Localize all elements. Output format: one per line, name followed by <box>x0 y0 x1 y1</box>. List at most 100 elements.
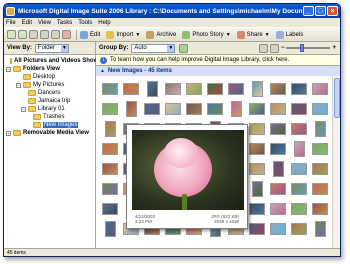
delete-icon[interactable] <box>62 30 71 39</box>
photo-thumbnail[interactable] <box>268 139 288 158</box>
tree-item[interactable]: + Removable Media View <box>6 129 95 137</box>
tree-item[interactable]: Jamaica trip <box>6 97 95 105</box>
info-text[interactable]: To learn how you can help improve Digita… <box>110 57 289 63</box>
photo-thumbnail[interactable] <box>289 179 309 198</box>
photo-thumbnail[interactable] <box>247 159 267 178</box>
photo-thumbnail[interactable] <box>142 99 162 118</box>
photo-thumbnail[interactable] <box>268 179 288 198</box>
photo-thumbnail[interactable] <box>310 199 330 218</box>
info-bar[interactable]: i To learn how you can help improve Digi… <box>96 55 340 66</box>
detail-view-icon[interactable] <box>269 43 279 53</box>
photo-thumbnail[interactable] <box>100 199 120 218</box>
back-icon[interactable] <box>7 30 16 39</box>
photo-thumbnail[interactable] <box>268 119 288 138</box>
photo-thumbnail[interactable] <box>289 99 309 118</box>
menu-view[interactable]: View <box>38 20 51 26</box>
photo-thumbnail[interactable] <box>226 79 246 98</box>
photo-thumbnail[interactable] <box>247 179 267 198</box>
photo-thumbnail[interactable] <box>310 219 330 238</box>
photo-thumbnail[interactable] <box>163 79 183 98</box>
photo-thumbnail[interactable] <box>121 79 141 98</box>
photo-thumbnail[interactable] <box>289 119 309 138</box>
photo-thumbnail[interactable] <box>268 199 288 218</box>
photo-thumbnail[interactable] <box>289 219 309 238</box>
photo-thumbnail[interactable] <box>100 79 120 98</box>
tree-item[interactable]: − Folders View <box>6 65 95 73</box>
photo-thumbnail[interactable] <box>205 79 225 98</box>
photo-thumbnail[interactable] <box>289 79 309 98</box>
menu-file[interactable]: File <box>6 20 16 26</box>
photo-thumbnail[interactable] <box>100 99 120 118</box>
photo-thumbnail[interactable] <box>268 79 288 98</box>
tree-item[interactable]: Trashes <box>6 113 95 121</box>
tree-item[interactable]: Desktop <box>6 73 95 81</box>
photo-thumbnail[interactable] <box>247 139 267 158</box>
photo-thumbnail[interactable] <box>289 199 309 218</box>
rotate-left-icon[interactable] <box>29 30 38 39</box>
photo-thumbnail[interactable] <box>289 159 309 178</box>
rotate-right-icon[interactable] <box>40 30 49 39</box>
forward-icon[interactable] <box>18 30 27 39</box>
minimize-button[interactable]: _ <box>303 6 314 16</box>
photo-thumbnail[interactable] <box>205 99 225 118</box>
labels-button[interactable]: Labels <box>275 30 303 39</box>
zoom-slider-thumb[interactable] <box>300 44 305 52</box>
photo-thumbnail[interactable] <box>310 99 330 118</box>
photo-thumbnail[interactable] <box>310 159 330 178</box>
photo-thumbnail[interactable] <box>100 179 120 198</box>
photo-thumbnail[interactable] <box>247 199 267 218</box>
scrollbar-thumb[interactable] <box>334 78 340 118</box>
share-button[interactable]: Share ▼ <box>236 30 270 39</box>
photo-thumbnail[interactable] <box>184 99 204 118</box>
thumbnail-view-icon[interactable] <box>258 43 268 53</box>
zoom-out-icon[interactable]: − <box>281 45 285 51</box>
photo-thumbnail[interactable] <box>100 119 120 138</box>
group-by-select[interactable]: Auto ▼ <box>131 43 176 53</box>
tree-item[interactable]: New Images <box>6 121 95 129</box>
maximize-button[interactable]: □ <box>315 6 326 16</box>
photo-thumbnail[interactable] <box>100 219 120 238</box>
photo-thumbnail[interactable] <box>184 79 204 98</box>
collapse-icon[interactable]: − <box>21 106 26 112</box>
collapse-icon[interactable]: − <box>16 82 21 88</box>
group-header[interactable]: ▲ New Images - 45 items <box>96 66 340 76</box>
photo-thumbnail[interactable] <box>247 219 267 238</box>
edit-button[interactable]: Edit <box>80 30 100 39</box>
photo-thumbnail[interactable] <box>310 139 330 158</box>
photo-thumbnail[interactable] <box>163 99 183 118</box>
vertical-scrollbar[interactable] <box>332 76 340 248</box>
close-button[interactable]: × <box>327 6 338 16</box>
zoom-slider[interactable] <box>286 44 331 52</box>
photo-thumbnail[interactable] <box>247 99 267 118</box>
zoom-in-icon[interactable]: + <box>332 45 336 51</box>
photo-thumbnail[interactable] <box>310 79 330 98</box>
menu-tasks[interactable]: Tasks <box>57 20 72 26</box>
photo-thumbnail[interactable] <box>142 79 162 98</box>
photo-thumbnail[interactable] <box>247 79 267 98</box>
photo-thumbnail[interactable] <box>100 139 120 158</box>
photo-thumbnail[interactable] <box>247 119 267 138</box>
menu-edit[interactable]: Edit <box>22 20 32 26</box>
refresh-icon[interactable] <box>179 43 189 53</box>
photo-thumbnail[interactable] <box>289 139 309 158</box>
menu-tools[interactable]: Tools <box>78 20 92 26</box>
tree-item[interactable]: − My Pictures <box>6 81 95 89</box>
archive-button[interactable]: Archive <box>146 30 176 39</box>
photo-thumbnail[interactable] <box>268 159 288 178</box>
collapse-icon[interactable]: − <box>6 66 11 72</box>
photo-thumbnail[interactable] <box>310 179 330 198</box>
photo-thumbnail[interactable] <box>100 159 120 178</box>
photo-thumbnail[interactable] <box>121 99 141 118</box>
tree-item[interactable]: All Pictures and Videos Shown <box>6 57 102 65</box>
photo-story-button[interactable]: Photo Story ▼ <box>182 30 231 39</box>
import-button[interactable]: Import ▼ <box>106 30 140 39</box>
photo-thumbnail[interactable] <box>268 99 288 118</box>
photo-thumbnail[interactable] <box>226 99 246 118</box>
tree-item[interactable]: Dancers <box>6 89 95 97</box>
tree-item[interactable]: − Library 01 <box>6 105 95 113</box>
view-by-select[interactable]: Folder ▼ <box>34 43 69 53</box>
photo-thumbnail[interactable] <box>310 119 330 138</box>
menu-help[interactable]: Help <box>98 20 110 26</box>
photo-thumbnail[interactable] <box>268 219 288 238</box>
expand-icon[interactable]: + <box>6 130 11 136</box>
